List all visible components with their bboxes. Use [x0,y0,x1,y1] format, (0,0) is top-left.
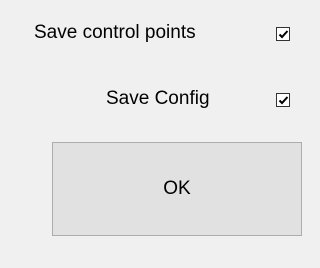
ok-button[interactable]: OK [52,142,302,236]
save-config-checkbox[interactable] [276,93,290,107]
save-control-points-label: Save control points [34,22,196,43]
save-control-points-option: Save control points [34,22,290,44]
check-icon [278,96,289,105]
save-config-label: Save Config [106,88,210,109]
save-config-option: Save Config [106,88,290,110]
check-icon [278,30,289,39]
save-control-points-checkbox[interactable] [276,27,290,41]
save-options-dialog: Save control points Save Config OK [0,0,320,268]
